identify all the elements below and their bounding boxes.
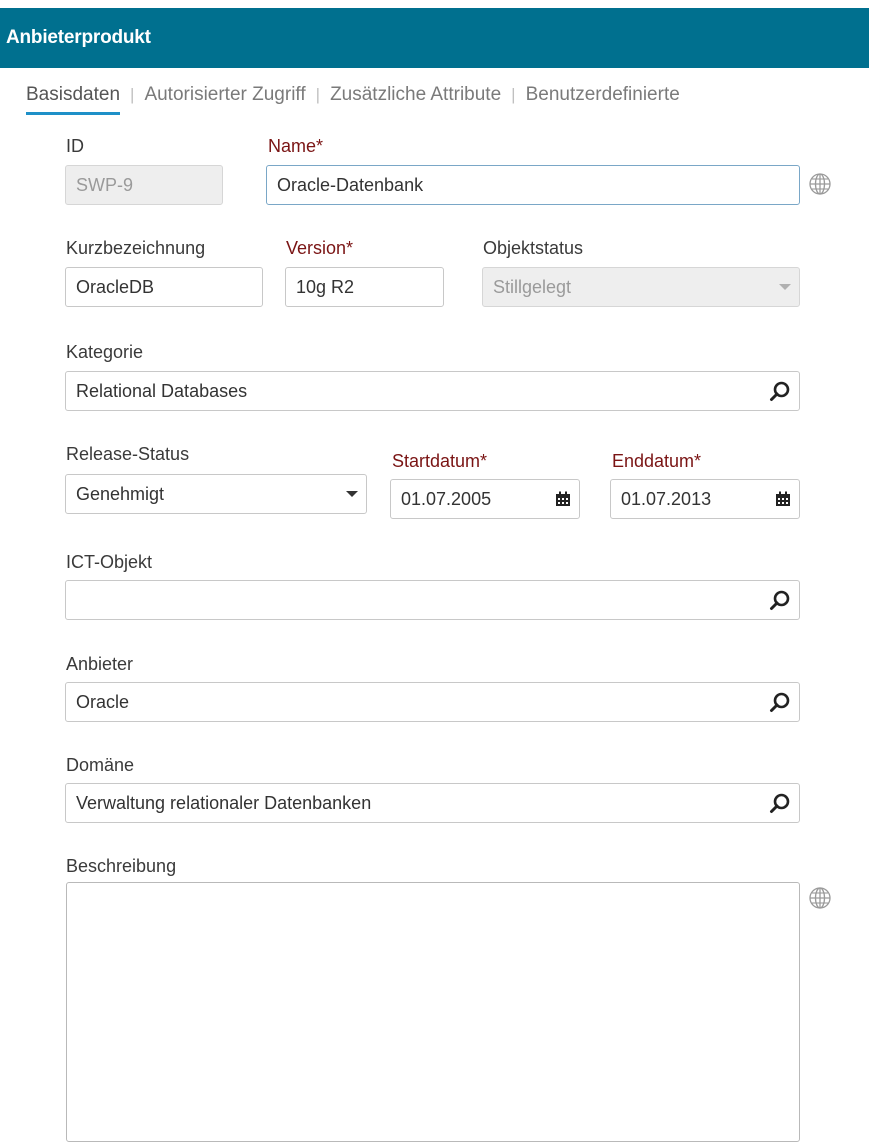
domain-value: Verwaltung relationaler Datenbanken	[76, 793, 372, 813]
calendar-icon[interactable]	[555, 480, 571, 518]
vendor-value: Oracle	[76, 692, 130, 712]
tab-separator: |	[130, 85, 135, 104]
calendar-icon[interactable]	[775, 480, 791, 518]
end-date-label: Enddatum*	[612, 451, 702, 471]
ict-object-label: ICT-Objekt	[66, 552, 153, 572]
version-label: Version*	[286, 238, 354, 258]
object-status-select: Stillgelegt	[482, 267, 800, 307]
end-date-value: 01.07.2013	[621, 489, 712, 509]
ict-object-lookup[interactable]	[65, 580, 800, 620]
search-icon[interactable]	[769, 784, 791, 822]
id-label: ID	[66, 136, 84, 156]
start-date-label: Startdatum*	[392, 451, 488, 471]
domain-label: Domäne	[66, 755, 135, 775]
name-input[interactable]: Oracle-Datenbank	[266, 165, 800, 205]
category-lookup[interactable]: Relational Databases	[65, 371, 800, 411]
start-date-input[interactable]: 01.07.2005	[390, 479, 580, 519]
end-date-input[interactable]: 01.07.2013	[610, 479, 800, 519]
name-label: Name*	[268, 136, 324, 156]
tab-benutzerdefinierte[interactable]: Benutzerdefinierte	[526, 84, 680, 106]
object-status-value: Stillgelegt	[493, 277, 572, 297]
globe-icon[interactable]	[808, 886, 832, 910]
version-input[interactable]: 10g R2	[285, 267, 444, 307]
panel-title: Anbieterprodukt	[6, 27, 151, 48]
panel-header: Anbieterprodukt	[0, 8, 869, 68]
name-value: Oracle-Datenbank	[277, 175, 424, 195]
short-name-input[interactable]: OracleDB	[65, 267, 263, 307]
release-status-value: Genehmigt	[76, 484, 165, 504]
category-label: Kategorie	[66, 342, 144, 362]
description-label: Beschreibung	[66, 856, 177, 876]
tab-autorisierter-zugriff[interactable]: Autorisierter Zugriff	[144, 84, 305, 106]
version-value: 10g R2	[296, 277, 355, 297]
search-icon[interactable]	[769, 581, 791, 619]
chevron-down-icon[interactable]	[346, 475, 358, 513]
tab-zusaetzliche-attribute[interactable]: Zusätzliche Attribute	[330, 84, 501, 106]
search-icon[interactable]	[769, 683, 791, 721]
vendor-lookup[interactable]: Oracle	[65, 682, 800, 722]
object-status-label: Objektstatus	[483, 238, 584, 258]
tab-separator: |	[511, 85, 516, 104]
domain-lookup[interactable]: Verwaltung relationaler Datenbanken	[65, 783, 800, 823]
short-name-value: OracleDB	[76, 277, 155, 297]
description-textarea[interactable]	[66, 882, 800, 1142]
tab-basisdaten[interactable]: Basisdaten	[26, 84, 121, 115]
id-field: SWP-9	[65, 165, 223, 205]
start-date-value: 01.07.2005	[401, 489, 492, 509]
tab-separator: |	[315, 85, 321, 104]
globe-icon[interactable]	[808, 172, 832, 196]
release-status-label: Release-Status	[66, 444, 190, 464]
chevron-down-icon	[779, 268, 791, 306]
tab-bar: Basisdaten | Autorisierter Zugriff | Zusätzl…	[26, 84, 680, 118]
short-name-label: Kurzbezeichnung	[66, 238, 206, 258]
vendor-label: Anbieter	[66, 654, 134, 674]
search-icon[interactable]	[769, 372, 791, 410]
release-status-select[interactable]: Genehmigt	[65, 474, 367, 514]
id-value: SWP-9	[76, 175, 134, 195]
category-value: Relational Databases	[76, 381, 248, 401]
